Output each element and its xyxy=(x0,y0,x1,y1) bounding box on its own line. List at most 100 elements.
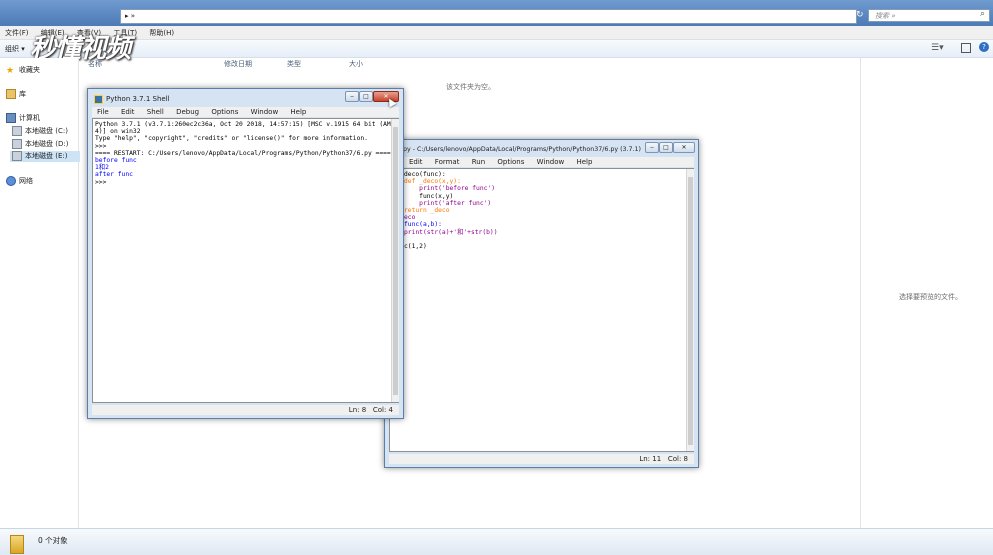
nav-drive-e-label: 本地磁盘 (E:) xyxy=(25,152,68,160)
editor-window[interactable]: .py - C:/Users/lenovo/AppData/Local/Prog… xyxy=(384,139,699,468)
shell-line: 1和2 xyxy=(95,164,109,172)
network-icon xyxy=(6,176,16,186)
drive-icon xyxy=(12,151,22,161)
shell-menu-debug[interactable]: Debug xyxy=(171,107,204,117)
shell-menu-options[interactable]: Options xyxy=(206,107,243,117)
editor-menu-window[interactable]: Window xyxy=(532,157,570,167)
editor-line: return _deco xyxy=(404,206,450,214)
column-modified[interactable]: 修改日期 xyxy=(224,58,252,70)
shell-menu-file[interactable]: File xyxy=(92,107,114,117)
navigation-pane: ★ 收藏夹 库 计算机 本地磁盘 (C:) 本地磁盘 (D:) 本地磁盘 (E:)… xyxy=(0,58,80,528)
shell-line: before func xyxy=(95,156,137,164)
editor-line: def _deco(x,y): xyxy=(404,178,461,186)
nav-network[interactable]: 网络 xyxy=(6,176,33,187)
shell-menu-edit[interactable]: Edit xyxy=(116,107,140,117)
search-placeholder: 搜索 » xyxy=(875,12,896,20)
editor-line: print('before func') xyxy=(404,185,495,193)
editor-scrollbar[interactable] xyxy=(686,169,694,451)
nav-network-label: 网络 xyxy=(19,177,33,185)
editor-menu-run[interactable]: Run xyxy=(467,157,490,167)
menu-help[interactable]: 帮助(H) xyxy=(144,26,179,40)
preview-message: 选择要预览的文件。 xyxy=(899,293,962,301)
shell-output-area[interactable]: Python 3.7.1 (v3.7.1:260ec2c36a, Oct 20 … xyxy=(92,118,399,403)
nav-library-label: 库 xyxy=(19,90,26,98)
shell-line: after func xyxy=(95,171,133,179)
editor-menu-format[interactable]: Format xyxy=(430,157,465,167)
nav-computer[interactable]: 计算机 xyxy=(6,113,40,124)
search-icon[interactable]: ⌕ xyxy=(980,9,985,19)
explorer-toolbar: 组织 ▾ ☰▾ ? xyxy=(0,40,993,58)
nav-favorites[interactable]: ★ 收藏夹 xyxy=(6,65,40,76)
shell-window[interactable]: Python 3.7.1 Shell ‒ □ ✕ File Edit Shell… xyxy=(87,88,404,419)
editor-line: deco(func): xyxy=(404,171,446,178)
minimize-button[interactable]: ‒ xyxy=(645,142,659,153)
editor-code-area[interactable]: deco(func): def _deco(x,y): print('before… xyxy=(389,168,694,452)
editor-line: print('after func') xyxy=(404,199,492,207)
scroll-thumb[interactable] xyxy=(393,127,398,395)
help-icon[interactable]: ? xyxy=(979,42,989,52)
shell-statusbar: Ln: 8 Col: 4 xyxy=(92,405,399,415)
column-size[interactable]: 大小 xyxy=(349,58,363,70)
nav-library[interactable]: 库 xyxy=(6,89,26,100)
column-header: 名称 修改日期 类型 大小 xyxy=(80,58,860,70)
drive-icon xyxy=(12,139,22,149)
empty-folder-message: 该文件夹为空。 xyxy=(446,83,495,91)
shell-line: ==== RESTART: C:/Users/lenovo/AppData/Lo… xyxy=(95,149,391,157)
nav-computer-label: 计算机 xyxy=(19,114,40,122)
editor-line: print(str(a)+'和'+str(b)) xyxy=(404,228,498,236)
editor-line: func(a,b): xyxy=(404,221,442,229)
editor-cursor-position: Ln: 11 Col: 8 xyxy=(639,455,688,463)
explorer-menubar: 文件(F) 编辑(E) 查看(V) 工具(T) 帮助(H) xyxy=(0,26,993,40)
library-icon xyxy=(6,89,16,99)
editor-line: eco xyxy=(404,214,416,222)
shell-title: Python 3.7.1 Shell xyxy=(106,95,170,103)
nav-favorites-label: 收藏夹 xyxy=(19,66,40,74)
star-icon: ★ xyxy=(6,66,15,76)
shell-titlebar: Python 3.7.1 Shell xyxy=(94,93,170,105)
editor-menu-options[interactable]: Options xyxy=(492,157,529,167)
close-button[interactable]: ✕ xyxy=(673,142,695,153)
scroll-thumb[interactable] xyxy=(688,177,693,445)
shell-line: >>> xyxy=(95,142,111,150)
editor-statusbar: Ln: 11 Col: 8 xyxy=(389,454,694,464)
drive-icon xyxy=(12,126,22,136)
computer-icon xyxy=(6,113,16,123)
editor-line: c(1,2) xyxy=(404,242,427,250)
python-icon xyxy=(94,94,103,104)
column-type[interactable]: 类型 xyxy=(287,58,301,70)
shell-cursor-position: Ln: 8 Col: 4 xyxy=(348,406,393,414)
minimize-button[interactable]: ‒ xyxy=(345,91,359,102)
preview-pane-icon[interactable] xyxy=(961,43,971,53)
nav-drive-d[interactable]: 本地磁盘 (D:) xyxy=(12,139,68,150)
nav-drive-d-label: 本地磁盘 (D:) xyxy=(25,140,69,148)
nav-drive-c[interactable]: 本地磁盘 (C:) xyxy=(12,126,68,137)
view-options-icon[interactable]: ☰▾ xyxy=(931,43,944,53)
menu-file[interactable]: 文件(F) xyxy=(0,26,34,40)
address-bar[interactable]: ▸ » xyxy=(120,9,857,24)
column-name[interactable]: 名称 xyxy=(88,58,102,70)
folder-icon xyxy=(10,535,24,554)
nav-drive-e[interactable]: 本地磁盘 (E:) xyxy=(10,151,80,162)
editor-title: .py - C:/Users/lenovo/AppData/Local/Prog… xyxy=(401,146,642,153)
shell-menubar: File Edit Shell Debug Options Window Hel… xyxy=(92,107,399,117)
shell-line: >>> xyxy=(95,178,111,186)
organize-button[interactable]: 组织 ▾ xyxy=(5,44,25,54)
nav-drive-c-label: 本地磁盘 (C:) xyxy=(25,127,68,135)
maximize-button[interactable]: □ xyxy=(359,91,373,102)
status-bar: 0 个对象 xyxy=(0,528,993,555)
editor-menubar: Edit Format Run Options Window Help xyxy=(389,157,694,167)
shell-scrollbar[interactable] xyxy=(391,119,399,402)
shell-menu-help[interactable]: Help xyxy=(285,107,311,117)
shell-line: 4)] on win32 xyxy=(95,128,141,136)
search-input[interactable]: 搜索 » xyxy=(868,9,990,22)
item-count: 0 个对象 xyxy=(38,536,68,545)
shell-menu-window[interactable]: Window xyxy=(246,107,284,117)
editor-menu-help[interactable]: Help xyxy=(571,157,597,167)
maximize-button[interactable]: □ xyxy=(659,142,673,153)
shell-menu-shell[interactable]: Shell xyxy=(142,107,169,117)
shell-line: Python 3.7.1 (v3.7.1:260ec2c36a, Oct 20 … xyxy=(95,121,399,128)
address-text: ▸ » xyxy=(125,12,136,20)
editor-line: func(x,y) xyxy=(404,192,454,200)
refresh-icon[interactable]: ↻ xyxy=(856,10,866,21)
